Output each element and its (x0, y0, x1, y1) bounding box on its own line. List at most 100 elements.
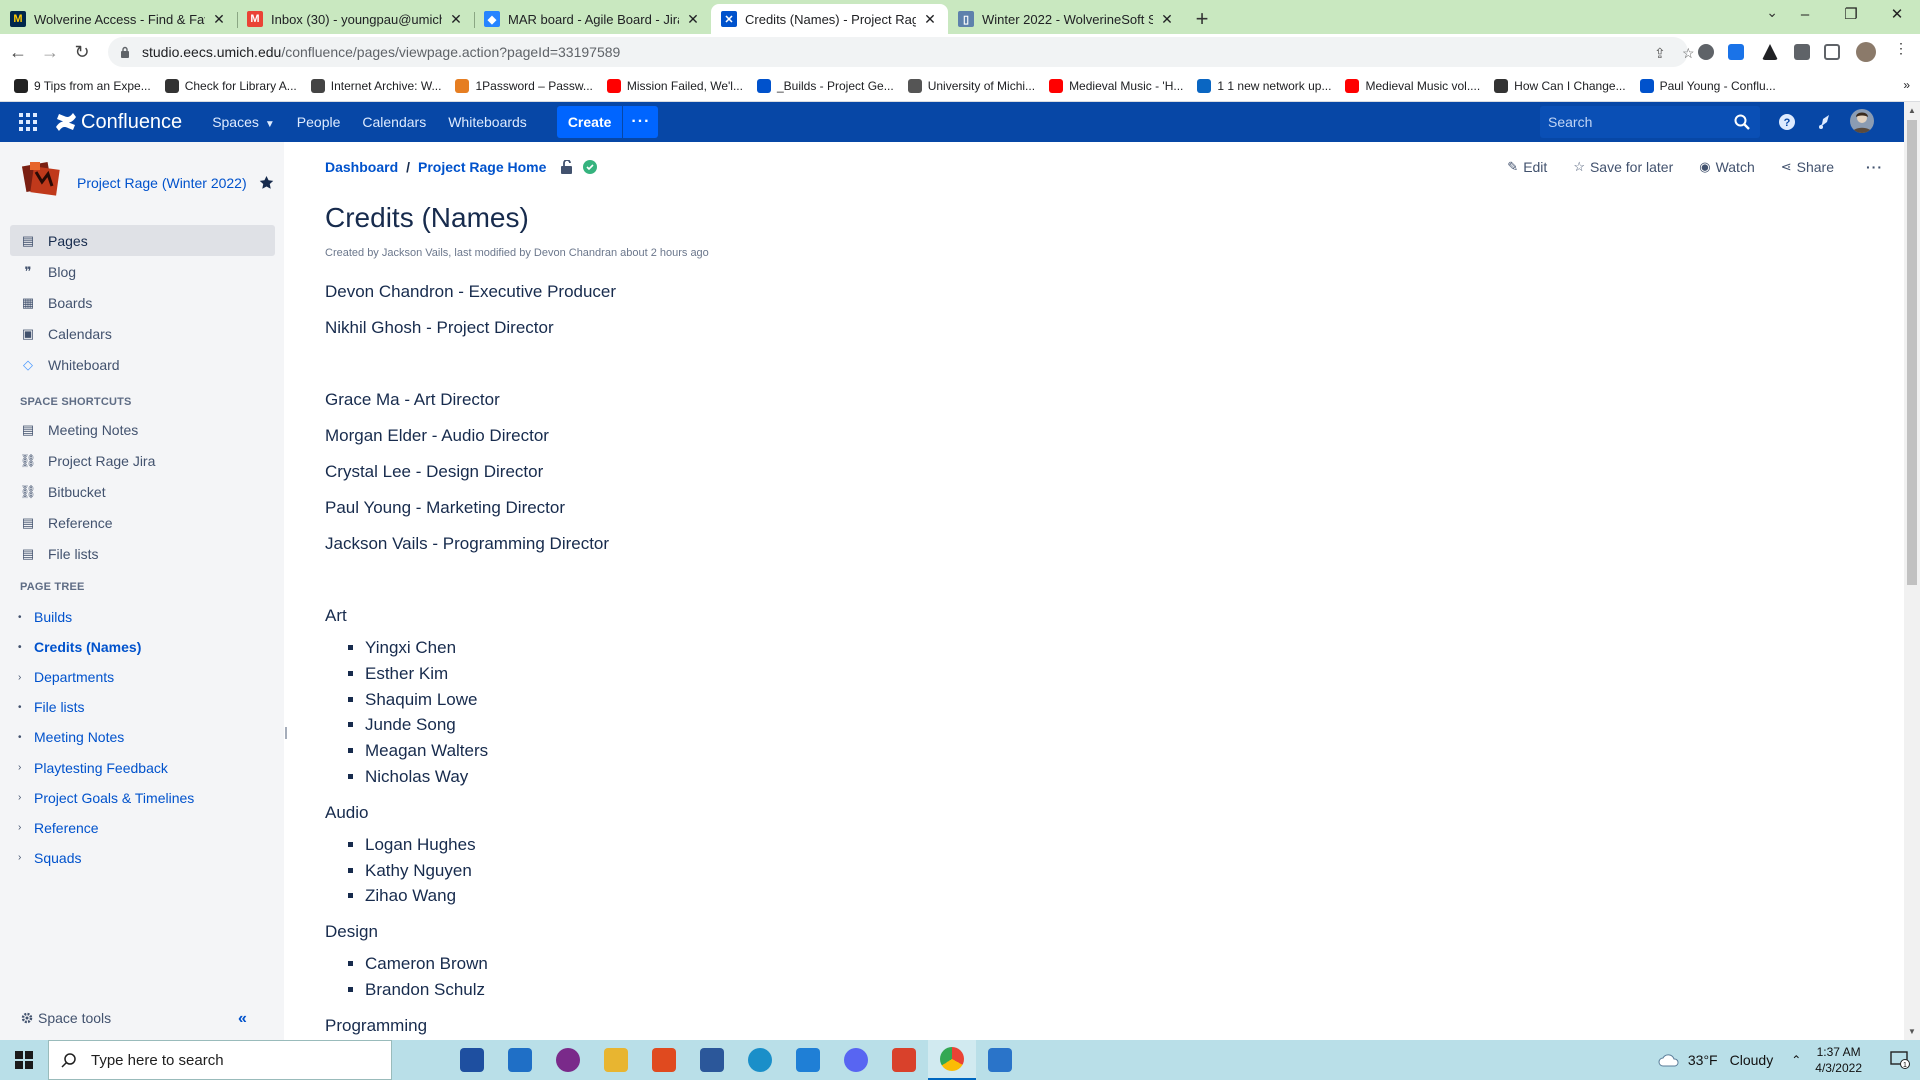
tray-chevron-up-icon[interactable]: ⌃ (1791, 1053, 1801, 1067)
more-actions-button[interactable]: ··· (1866, 159, 1883, 175)
shortcut-project-rage-jira[interactable]: ⛓ Project Rage Jira (10, 445, 275, 476)
bookmark-item[interactable]: Medieval Music - 'H... (1049, 78, 1183, 93)
space-logo[interactable] (22, 158, 62, 198)
watch-button[interactable]: ◉ Watch (1699, 159, 1755, 175)
scrollbar-thumb[interactable] (1907, 120, 1917, 585)
bookmark-item[interactable]: University of Michi... (907, 78, 1035, 93)
extension-triangle-icon[interactable] (1762, 44, 1778, 60)
tree-item-reference[interactable]: › Reference (18, 820, 99, 836)
bookmarks-overflow-icon[interactable]: » (1903, 78, 1910, 92)
reload-icon[interactable]: ↻ (68, 42, 96, 63)
extensions-puzzle-icon[interactable] (1794, 44, 1810, 60)
expand-chevron-icon[interactable]: › (18, 762, 34, 773)
new-tab-button[interactable]: + (1185, 4, 1219, 34)
scroll-up-arrow-icon[interactable]: ▲ (1908, 106, 1916, 115)
close-tab-icon[interactable]: ✕ (448, 11, 464, 28)
bookmark-item[interactable]: Check for Library A... (164, 78, 297, 93)
sidebar-item-calendars[interactable]: ▣ Calendars (10, 318, 275, 349)
sidebar-item-pages[interactable]: ▤ Pages (10, 225, 275, 256)
bookmark-item[interactable]: Internet Archive: W... (310, 78, 441, 93)
create-button[interactable]: Create (556, 106, 623, 138)
podcast-icon[interactable] (544, 1040, 592, 1080)
browser-menu-icon[interactable]: ⋮ (1894, 40, 1908, 56)
confluence-logo[interactable]: Confluence (55, 111, 182, 134)
tree-item-departments[interactable]: › Departments (18, 669, 114, 685)
close-window-icon[interactable]: ✕ (1874, 0, 1920, 30)
create-more-button[interactable]: ··· (622, 106, 659, 138)
expand-chevron-icon[interactable]: › (18, 672, 34, 683)
bookmark-item[interactable]: How Can I Change... (1494, 78, 1626, 93)
browser-tab[interactable]: ▯ Winter 2022 - WolverineSoft Stu ✕ (948, 4, 1185, 34)
browser-tab[interactable]: M Wolverine Access - Find & Favori ✕ (0, 4, 237, 34)
vscode-icon[interactable] (784, 1040, 832, 1080)
weather-temperature[interactable]: 33°F (1688, 1052, 1718, 1068)
space-tools-button[interactable]: Space tools (20, 1010, 111, 1026)
minimize-icon[interactable]: – (1782, 0, 1828, 30)
bookmark-item[interactable]: Mission Failed, We'l... (606, 78, 743, 93)
nav-calendars[interactable]: Calendars (362, 114, 426, 130)
restrictions-lock-icon[interactable] (560, 160, 573, 174)
tree-item-meeting-notes[interactable]: • Meeting Notes (18, 729, 124, 745)
chrome-icon[interactable] (928, 1040, 976, 1080)
weather-description[interactable]: Cloudy (1730, 1052, 1774, 1068)
scroll-down-arrow-icon[interactable]: ▼ (1908, 1027, 1916, 1036)
shortcut-reference[interactable]: ▤ Reference (10, 507, 275, 538)
side-panel-icon[interactable] (1824, 44, 1840, 60)
taskbar-search-input[interactable]: Type here to search (48, 1040, 392, 1080)
word-icon[interactable] (688, 1040, 736, 1080)
close-tab-icon[interactable]: ✕ (1159, 11, 1175, 28)
photos-icon[interactable] (976, 1040, 1024, 1080)
save-for-later-button[interactable]: ☆ Save for later (1573, 159, 1673, 175)
office-icon[interactable] (640, 1040, 688, 1080)
close-tab-icon[interactable]: ✕ (922, 11, 938, 28)
nav-people[interactable]: People (297, 114, 341, 130)
page-scrollbar[interactable]: ▲ ▼ (1904, 102, 1920, 1040)
expand-chevron-icon[interactable]: › (18, 792, 34, 803)
help-icon[interactable]: ? (1778, 113, 1796, 131)
nav-whiteboards[interactable]: Whiteboards (448, 114, 527, 130)
favourite-star-icon[interactable] (259, 175, 274, 190)
tree-item-playtesting-feedback[interactable]: › Playtesting Feedback (18, 760, 168, 776)
notifications-icon[interactable] (1816, 113, 1834, 131)
bookmark-item[interactable]: 9 Tips from an Expe... (14, 78, 151, 93)
browser-tab[interactable]: ◆ MAR board - Agile Board - Jira ✕ (474, 4, 711, 34)
shortcut-file-lists[interactable]: ▤ File lists (10, 538, 275, 569)
collapse-sidebar-icon[interactable]: « (238, 1010, 247, 1028)
share-page-icon[interactable]: ⇪ (1654, 45, 1666, 62)
edit-button[interactable]: ✎ Edit (1507, 159, 1547, 175)
app-switcher-icon[interactable] (19, 113, 37, 131)
tree-item-squads[interactable]: › Squads (18, 850, 81, 866)
tree-item-file-lists[interactable]: • File lists (18, 699, 85, 715)
restore-icon[interactable]: ❐ (1828, 0, 1874, 30)
store-icon[interactable] (448, 1040, 496, 1080)
bookmark-item[interactable]: 1 1 new network up... (1197, 78, 1331, 93)
back-arrow-icon[interactable]: ← (4, 42, 32, 63)
url-input[interactable]: studio.eecs.umich.edu/confluence/pages/v… (108, 37, 1695, 67)
close-tab-icon[interactable]: ✕ (211, 11, 227, 28)
close-tab-icon[interactable]: ✕ (685, 11, 701, 28)
expand-chevron-icon[interactable]: › (18, 852, 34, 863)
bookmark-item[interactable]: Medieval Music vol.... (1345, 78, 1480, 93)
space-name-link[interactable]: Project Rage (Winter 2022) (77, 175, 247, 191)
profile-avatar-icon[interactable] (1856, 42, 1876, 62)
windows-start-button[interactable] (0, 1040, 48, 1080)
tree-item-credits-names-[interactable]: • Credits (Names) (18, 639, 141, 655)
sidebar-item-blog[interactable]: ❞ Blog (10, 256, 275, 287)
shortcut-bitbucket[interactable]: ⛓ Bitbucket (10, 476, 275, 507)
search-input[interactable]: Search (1540, 106, 1760, 138)
notification-center-icon[interactable]: 1 (1880, 1051, 1920, 1069)
tab-search-chevron-icon[interactable]: ⌄ (1766, 4, 1778, 21)
breadcrumb-dashboard[interactable]: Dashboard (325, 159, 398, 175)
file-explorer-icon[interactable] (592, 1040, 640, 1080)
sidebar-resize-handle[interactable] (285, 727, 287, 739)
extension-translate-icon[interactable] (1698, 44, 1714, 60)
mail-icon[interactable] (496, 1040, 544, 1080)
browser-tab[interactable]: ✕ Credits (Names) - Project Rage (V ✕ (711, 4, 948, 34)
discord-icon[interactable] (832, 1040, 880, 1080)
tree-item-project-goals-timelines[interactable]: › Project Goals & Timelines (18, 790, 194, 806)
taskbar-clock[interactable]: 1:37 AM 4/3/2022 (1815, 1044, 1862, 1076)
sidebar-item-boards[interactable]: ▦ Boards (10, 287, 275, 318)
bookmark-item[interactable]: _Builds - Project Ge... (756, 78, 894, 93)
expand-chevron-icon[interactable]: › (18, 822, 34, 833)
bookmark-star-icon[interactable]: ☆ (1682, 45, 1695, 62)
